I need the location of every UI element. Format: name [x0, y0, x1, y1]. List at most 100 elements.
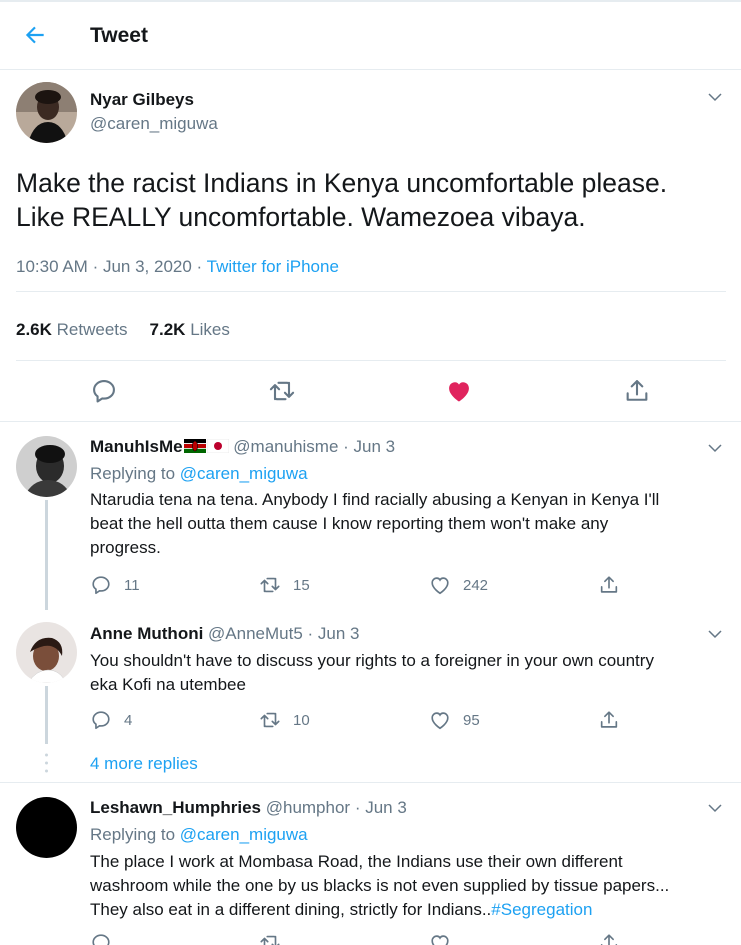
share-icon [600, 934, 618, 945]
chevron-down-icon[interactable] [706, 439, 724, 457]
reply-author-name[interactable]: ManuhIsMe [90, 437, 183, 456]
retweet-button[interactable]: 15 [259, 574, 310, 596]
heart-icon [431, 935, 449, 945]
replying-to: Replying to @caren_miguwa [90, 825, 308, 845]
retweet-button[interactable] [259, 932, 293, 945]
retweets-stat[interactable]: 2.6K Retweets [16, 320, 128, 339]
reply-button[interactable]: 4 [90, 709, 132, 731]
reply-text-segment: They also eat in a different dining, str… [90, 900, 492, 919]
thread-dots [45, 753, 48, 773]
page-title: Tweet [90, 24, 148, 47]
heart-icon [431, 577, 449, 595]
kenya-flag-icon [183, 439, 206, 453]
share-button[interactable] [598, 932, 632, 945]
reply-author-handle[interactable]: @humphor [266, 798, 350, 817]
reply-text-line: beat the hell outta them cause I know re… [90, 514, 609, 533]
reply-author-name[interactable]: Leshawn_Humphries [90, 798, 261, 817]
reply-author-handle[interactable]: @manuhisme [233, 437, 338, 456]
avatar[interactable] [16, 622, 77, 683]
like-button[interactable]: 242 [429, 574, 488, 596]
replying-to-handle[interactable]: @caren_miguwa [180, 825, 308, 844]
reply-icon [92, 576, 110, 595]
divider [0, 782, 741, 783]
reply-text: The place I work at Mombasa Road, the In… [90, 850, 730, 922]
retweet-button[interactable]: 10 [259, 709, 310, 731]
reply-text: Ntarudia tena na tena. Anybody I find ra… [90, 488, 730, 560]
retweet-icon[interactable] [268, 377, 296, 405]
retweets-count: 2.6K [16, 320, 52, 339]
author-name[interactable]: Nyar Gilbeys [90, 90, 194, 110]
separator: · [350, 798, 366, 817]
chevron-down-icon[interactable] [706, 799, 724, 817]
tweet-text: Make the racist Indians in Kenya uncomfo… [16, 166, 731, 234]
reply-header: Leshawn_Humphries @humphor · Jun 3 [90, 798, 407, 818]
likes-stat[interactable]: 7.2K Likes [150, 320, 230, 339]
divider [16, 291, 726, 292]
author-handle[interactable]: @caren_miguwa [90, 114, 218, 134]
reply-icon [92, 934, 110, 945]
chevron-down-icon[interactable] [706, 88, 724, 106]
replying-prefix: Replying to [90, 464, 176, 483]
avatar[interactable] [16, 436, 77, 497]
retweet-icon [260, 712, 280, 728]
separator: · [196, 257, 207, 276]
share-button[interactable] [598, 709, 632, 731]
reply-date[interactable]: Jun 3 [318, 624, 360, 643]
reply-author-handle[interactable]: @AnneMut5 [208, 624, 303, 643]
thread-line [45, 686, 48, 744]
share-icon [600, 576, 618, 593]
thread-line [45, 500, 48, 610]
like-count: 242 [463, 576, 489, 594]
reply-button[interactable] [90, 932, 124, 945]
tweet-time[interactable]: 10:30 AM [16, 257, 88, 276]
tweet-text-line: Make the racist Indians in Kenya uncomfo… [16, 168, 668, 198]
retweet-count: 10 [293, 711, 310, 729]
divider [0, 421, 741, 422]
tweet-text-line: Like REALLY uncomfortable. Wamezoea viba… [16, 202, 586, 232]
like-button[interactable] [429, 932, 463, 945]
reply-text-line: You shouldn't have to discuss your right… [90, 651, 654, 670]
replying-to-handle[interactable]: @caren_miguwa [180, 464, 308, 483]
retweets-label: Retweets [56, 320, 128, 339]
reply-header: Anne Muthoni @AnneMut5 · Jun 3 [90, 624, 360, 644]
reply-text-line: Ntarudia tena na tena. Anybody I find ra… [90, 490, 660, 509]
separator: · [338, 437, 354, 456]
retweet-icon [260, 577, 280, 593]
separator: · [92, 257, 103, 276]
separator: · [302, 624, 318, 643]
reply-text-line: washroom while the one by us blacks is n… [90, 876, 670, 895]
reply-date[interactable]: Jun 3 [365, 798, 407, 817]
tweet-stats: 2.6K Retweets 7.2K Likes [16, 320, 230, 340]
japan-flag-icon [206, 439, 229, 453]
reply-text-line: They also eat in a different dining, str… [90, 898, 730, 922]
page-header: Tweet [0, 2, 741, 70]
share-button[interactable] [598, 574, 632, 596]
hashtag-link[interactable]: #Segregation [491, 900, 592, 919]
share-icon [600, 711, 618, 728]
replying-prefix: Replying to [90, 825, 176, 844]
like-button[interactable]: 95 [429, 709, 480, 731]
reply-icon[interactable] [90, 377, 118, 405]
arrow-left-icon[interactable] [22, 22, 48, 48]
chevron-down-icon[interactable] [706, 625, 724, 643]
reply-count: 4 [124, 711, 133, 729]
reply-text-line: eka Kofi na utembee [90, 675, 246, 694]
avatar[interactable] [16, 82, 77, 143]
reply-button[interactable]: 11 [90, 574, 140, 596]
tweet-source[interactable]: Twitter for iPhone [207, 257, 339, 276]
tweet-date[interactable]: Jun 3, 2020 [103, 257, 192, 276]
divider [16, 360, 726, 361]
reply-text-line: The place I work at Mombasa Road, the In… [90, 852, 623, 871]
like-count: 95 [463, 711, 480, 729]
likes-label: Likes [190, 320, 230, 339]
reply-author-name[interactable]: Anne Muthoni [90, 624, 203, 643]
share-icon[interactable] [623, 377, 651, 405]
more-replies-link[interactable]: 4 more replies [90, 754, 198, 774]
reply-count: 11 [124, 576, 140, 594]
heart-icon [431, 712, 449, 730]
avatar[interactable] [16, 797, 77, 858]
heart-filled-icon[interactable] [445, 377, 473, 405]
reply-date[interactable]: Jun 3 [354, 437, 396, 456]
reply-text: You shouldn't have to discuss your right… [90, 649, 730, 697]
reply-header: ManuhIsMe @manuhisme · Jun 3 [90, 437, 395, 457]
